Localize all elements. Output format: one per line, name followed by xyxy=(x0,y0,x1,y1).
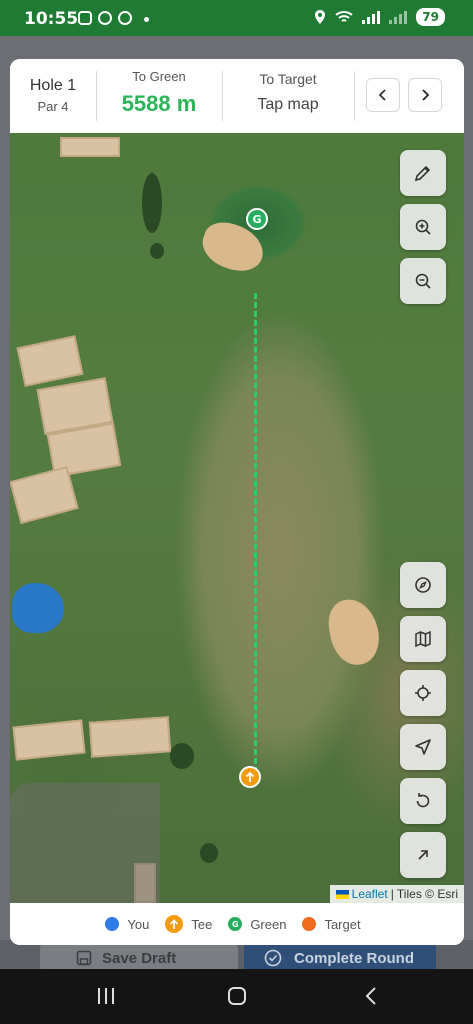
hole-par: Par 4 xyxy=(37,99,69,114)
to-green-distance: 5588 m xyxy=(121,91,197,116)
building xyxy=(88,716,172,758)
tee-marker[interactable] xyxy=(239,766,261,788)
you-dot-icon xyxy=(105,917,120,931)
building xyxy=(10,465,79,525)
building xyxy=(12,719,86,761)
divider xyxy=(354,71,355,121)
back-icon[interactable] xyxy=(362,986,382,1006)
tree xyxy=(170,743,194,769)
legend-item-target: Target xyxy=(302,916,361,932)
ukraine-flag-icon xyxy=(335,889,349,899)
to-target-value: Tap map xyxy=(257,96,319,113)
legend-label: You xyxy=(127,916,150,932)
notification-icons xyxy=(78,11,132,25)
chevron-right-icon xyxy=(422,89,430,101)
pool xyxy=(12,583,64,633)
leaflet-link[interactable]: Leaflet xyxy=(352,887,388,901)
zoom-in-button[interactable] xyxy=(400,204,446,250)
map-attribution: Leaflet | Tiles © Esri xyxy=(329,885,464,903)
legend-item-tee: Tee xyxy=(165,915,212,933)
complete-round-button[interactable]: Complete Round xyxy=(244,944,436,972)
green-marker[interactable]: G xyxy=(246,208,268,230)
to-target-stat: To Target Tap map xyxy=(222,71,354,114)
reset-icon xyxy=(416,793,430,808)
battery-indicator: 79 xyxy=(416,8,445,26)
arrow-up-icon xyxy=(245,771,255,782)
clock: 10:55 xyxy=(24,9,79,29)
compass-button[interactable] xyxy=(400,562,446,608)
tiles-credit: | Tiles © Esri xyxy=(390,887,458,901)
parking-area xyxy=(10,783,160,903)
map-layers-button[interactable] xyxy=(400,616,446,662)
hole-header: Hole 1 Par 4 To Green 5588 m To Target T… xyxy=(10,59,464,133)
location-icon xyxy=(315,10,326,24)
system-nav-bar xyxy=(0,969,473,1024)
zoom-out-icon xyxy=(415,273,431,289)
status-bar: 10:55 79 xyxy=(0,0,473,36)
map-legend: You Tee G Green Target xyxy=(10,903,464,945)
tee-dot-icon xyxy=(165,915,184,933)
orient-button[interactable] xyxy=(400,832,446,878)
zoom-in-icon xyxy=(415,219,431,235)
home-icon[interactable] xyxy=(227,986,247,1006)
signal-icon xyxy=(362,10,381,24)
navigation-icon xyxy=(415,739,431,755)
building xyxy=(60,137,120,157)
chevron-left-icon xyxy=(378,89,386,101)
signal-2-icon xyxy=(389,10,408,24)
recent-apps-icon[interactable] xyxy=(96,986,116,1006)
target-dot-icon xyxy=(302,917,317,931)
next-hole-button[interactable] xyxy=(408,78,442,112)
legend-label: Target xyxy=(324,916,361,932)
legend-item-you: You xyxy=(105,917,149,932)
save-draft-label: Save Draft xyxy=(102,949,177,967)
legend-label: Tee xyxy=(191,916,213,932)
route-line xyxy=(254,293,257,773)
check-circle-icon xyxy=(264,949,282,967)
to-target-label: To Target xyxy=(259,71,317,87)
app-notification-icon xyxy=(98,11,112,25)
screenshot-icon xyxy=(78,11,92,25)
save-draft-button[interactable]: Save Draft xyxy=(40,944,238,972)
satellite-map[interactable]: G Leaflet | Tiles © Esri xyxy=(10,133,464,903)
save-icon xyxy=(76,950,92,966)
navigate-button[interactable] xyxy=(400,724,446,770)
hole-info: Hole 1 Par 4 xyxy=(10,77,96,114)
tree xyxy=(142,173,162,233)
complete-round-label: Complete Round xyxy=(294,949,414,967)
pencil-icon xyxy=(414,165,431,182)
locate-icon xyxy=(415,685,431,701)
bunker xyxy=(324,595,384,669)
hole-map-modal: Hole 1 Par 4 To Green 5588 m To Target T… xyxy=(10,59,464,945)
building xyxy=(16,335,84,387)
reset-view-button[interactable] xyxy=(400,778,446,824)
prev-hole-button[interactable] xyxy=(366,78,400,112)
wifi-icon xyxy=(335,11,353,22)
locate-button[interactable] xyxy=(400,670,446,716)
more-notifications-dot xyxy=(144,17,149,22)
draw-button[interactable] xyxy=(400,150,446,196)
sync-notification-icon xyxy=(118,11,132,25)
arrow-up-right-icon xyxy=(418,850,428,860)
map-icon xyxy=(415,630,431,648)
to-green-stat: To Green 5588 m xyxy=(96,69,222,117)
tree xyxy=(200,843,218,863)
tree xyxy=(150,243,164,259)
green-dot-icon: G xyxy=(228,917,243,931)
compass-icon xyxy=(415,577,431,593)
legend-item-green: G Green xyxy=(228,917,286,932)
zoom-out-button[interactable] xyxy=(400,258,446,304)
hole-title: Hole 1 xyxy=(29,77,77,94)
to-green-label: To Green xyxy=(132,69,186,84)
legend-label: Green xyxy=(250,916,287,932)
